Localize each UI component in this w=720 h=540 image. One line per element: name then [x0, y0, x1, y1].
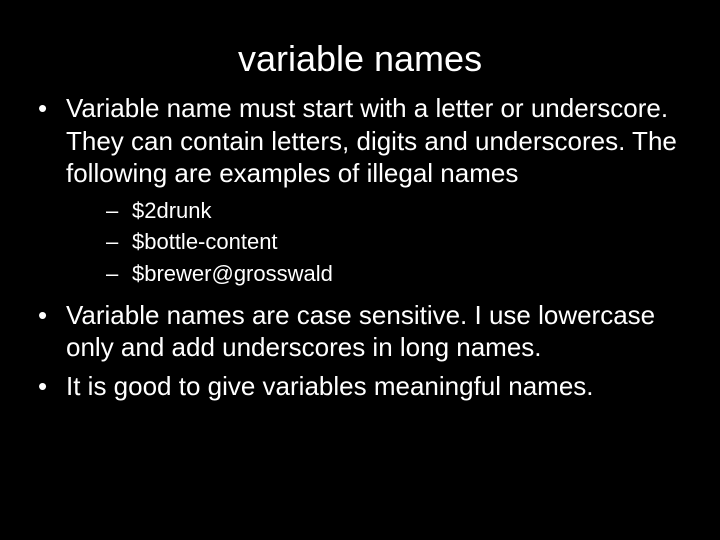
sub-bullet-item: $bottle-content [66, 227, 690, 257]
sub-bullet-item: $2drunk [66, 196, 690, 226]
bullet-item: Variable name must start with a letter o… [30, 92, 690, 289]
slide-title: variable names [30, 38, 690, 80]
bullet-list: Variable name must start with a letter o… [30, 92, 690, 402]
bullet-text: Variable names are case sensitive. I use… [66, 300, 655, 363]
bullet-item: It is good to give variables meaningful … [30, 370, 690, 403]
bullet-text: Variable name must start with a letter o… [66, 93, 677, 188]
slide: variable names Variable name must start … [0, 0, 720, 540]
sub-bullet-item: $brewer@grosswald [66, 259, 690, 289]
sub-bullet-list: $2drunk $bottle-content $brewer@grosswal… [66, 196, 690, 289]
bullet-item: Variable names are case sensitive. I use… [30, 299, 690, 364]
bullet-text: It is good to give variables meaningful … [66, 371, 594, 401]
